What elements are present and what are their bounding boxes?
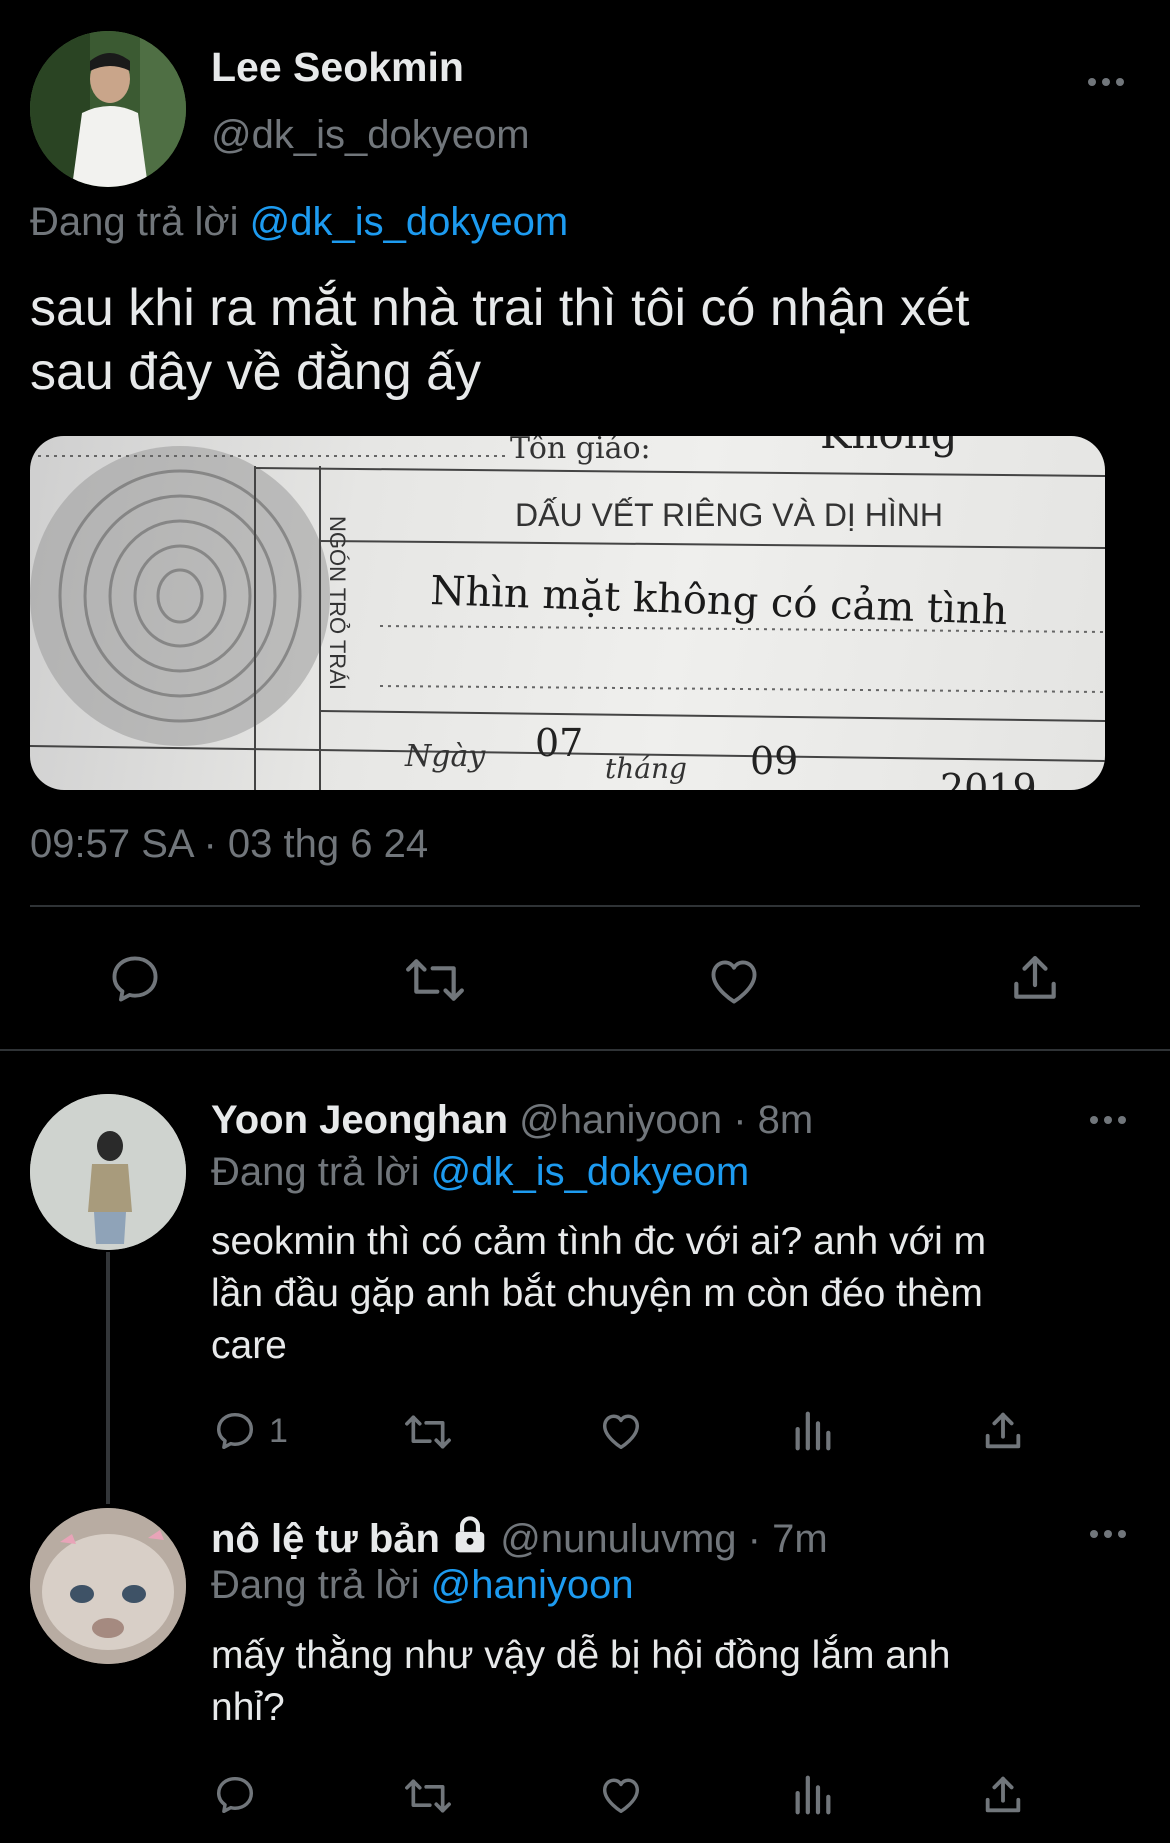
replying-mention-link[interactable]: @dk_is_dokyeom bbox=[250, 200, 569, 244]
reply-text-line: seokmin thì có cảm tình đc với ai? anh v… bbox=[211, 1220, 987, 1263]
handwritten-note: Nhìn mặt không có cảm tình bbox=[430, 568, 1009, 634]
replying-to: Đang trả lời @haniyoon bbox=[211, 1563, 634, 1608]
views-icon bbox=[795, 1775, 831, 1815]
religion-value: Không bbox=[820, 436, 958, 458]
retweet-icon bbox=[405, 1415, 451, 1449]
reply-text-line: nhỉ? bbox=[211, 1686, 285, 1729]
tweet-text: sau khi ra mắt nhà trai thì tôi có nhận … bbox=[30, 276, 1130, 404]
avatar[interactable] bbox=[30, 1094, 186, 1250]
document-photo: Tôn giáo: Không DẤU VẾT RIÊNG VÀ DỊ HÌNH… bbox=[30, 436, 1105, 790]
reply-text-line: care bbox=[211, 1324, 287, 1367]
tweet-text-line: sau khi ra mắt nhà trai thì tôi có nhận … bbox=[30, 279, 970, 337]
reply-button[interactable] bbox=[211, 1772, 259, 1818]
tweet-media-image[interactable]: Tôn giáo: Không DẤU VẾT RIÊNG VÀ DỊ HÌNH… bbox=[30, 436, 1105, 790]
retweet-button[interactable] bbox=[400, 1410, 456, 1454]
reply-text: seokmin thì có cảm tình đc với ai? anh v… bbox=[211, 1216, 1131, 1372]
reply-button[interactable]: 1 bbox=[211, 1408, 288, 1454]
heart-icon bbox=[711, 960, 757, 1004]
like-button[interactable] bbox=[703, 952, 765, 1010]
divider bbox=[30, 905, 1140, 907]
reply-author-handle[interactable]: @haniyoon bbox=[519, 1098, 722, 1142]
retweet-icon bbox=[406, 959, 464, 1001]
lock-icon bbox=[451, 1514, 489, 1566]
date-prefix: Ngày bbox=[404, 739, 486, 774]
reply-count: 1 bbox=[269, 1411, 288, 1450]
retweet-button[interactable] bbox=[400, 1774, 456, 1818]
divider bbox=[0, 1049, 1170, 1051]
date-month: 09 bbox=[750, 739, 798, 783]
share-button[interactable] bbox=[980, 1772, 1026, 1818]
reply-icon bbox=[112, 956, 158, 1002]
reply-button[interactable] bbox=[104, 950, 166, 1008]
author-handle[interactable]: @dk_is_dokyeom bbox=[211, 113, 530, 158]
reply-time[interactable]: · 7m bbox=[748, 1517, 828, 1561]
date-year: 2019 bbox=[940, 766, 1037, 790]
heart-icon bbox=[602, 1414, 640, 1450]
thread-connector bbox=[106, 1252, 110, 1504]
replying-prefix: Đang trả lời bbox=[211, 1563, 431, 1607]
reply-text-line: lần đầu gặp anh bắt chuyện m còn đéo thè… bbox=[211, 1272, 983, 1315]
share-icon bbox=[985, 1776, 1021, 1813]
section-title: DẤU VẾT RIÊNG VÀ DỊ HÌNH bbox=[515, 497, 943, 533]
tweet-text-line: sau đây về đằng ấy bbox=[30, 343, 481, 401]
reply-text: mấy thằng như vậy dễ bị hội đồng lắm anh… bbox=[211, 1630, 1131, 1734]
retweet-button[interactable] bbox=[400, 952, 470, 1008]
avatar[interactable] bbox=[30, 31, 186, 187]
religion-label: Tôn giáo: bbox=[510, 436, 651, 466]
more-icon[interactable] bbox=[1090, 1530, 1126, 1538]
like-button[interactable] bbox=[597, 1408, 645, 1454]
more-icon[interactable] bbox=[1090, 1116, 1126, 1124]
replying-prefix: Đang trả lời bbox=[211, 1150, 431, 1194]
reply-header: Yoon Jeonghan @haniyoon · 8m bbox=[211, 1098, 813, 1143]
replying-to: Đang trả lời @dk_is_dokyeom bbox=[211, 1150, 749, 1195]
reply-icon bbox=[216, 1776, 254, 1814]
date-day: 07 bbox=[535, 721, 583, 765]
reply-time[interactable]: · 8m bbox=[733, 1098, 813, 1142]
replying-prefix: Đang trả lời bbox=[30, 200, 250, 244]
more-icon[interactable] bbox=[1088, 78, 1124, 86]
share-icon bbox=[985, 1412, 1021, 1449]
heart-icon bbox=[602, 1778, 640, 1814]
avatar[interactable] bbox=[30, 1508, 186, 1664]
views-icon bbox=[795, 1411, 831, 1451]
share-button[interactable] bbox=[980, 1408, 1026, 1454]
like-button[interactable] bbox=[597, 1772, 645, 1818]
side-label: NGÓN TRỎ TRÁI bbox=[325, 516, 350, 690]
tweet-detail-page: Lee Seokmin @dk_is_dokyeom Đang trả lời … bbox=[0, 0, 1170, 1843]
author-name[interactable]: Lee Seokmin bbox=[211, 44, 464, 91]
views-button[interactable] bbox=[790, 1408, 836, 1454]
tweet-timestamp[interactable]: 09:57 SA · 03 thg 6 24 bbox=[30, 822, 428, 867]
reply-author-name[interactable]: Yoon Jeonghan bbox=[211, 1098, 508, 1142]
date-month-label: tháng bbox=[605, 752, 687, 785]
replying-to: Đang trả lời @dk_is_dokyeom bbox=[30, 200, 568, 245]
share-icon bbox=[1014, 956, 1056, 999]
share-button[interactable] bbox=[1005, 950, 1065, 1006]
reply-author-handle[interactable]: @nunuluvmg bbox=[500, 1517, 736, 1561]
replying-mention-link[interactable]: @dk_is_dokyeom bbox=[431, 1150, 750, 1194]
reply-text-line: mấy thằng như vậy dễ bị hội đồng lắm anh bbox=[211, 1634, 951, 1677]
reply-icon bbox=[216, 1412, 254, 1450]
views-button[interactable] bbox=[790, 1772, 836, 1818]
replying-mention-link[interactable]: @haniyoon bbox=[431, 1563, 634, 1607]
reply-header: nô lệ tư bản @nunuluvmg · 7m bbox=[211, 1514, 828, 1566]
retweet-icon bbox=[405, 1779, 451, 1813]
reply-author-name[interactable]: nô lệ tư bản bbox=[211, 1517, 440, 1561]
